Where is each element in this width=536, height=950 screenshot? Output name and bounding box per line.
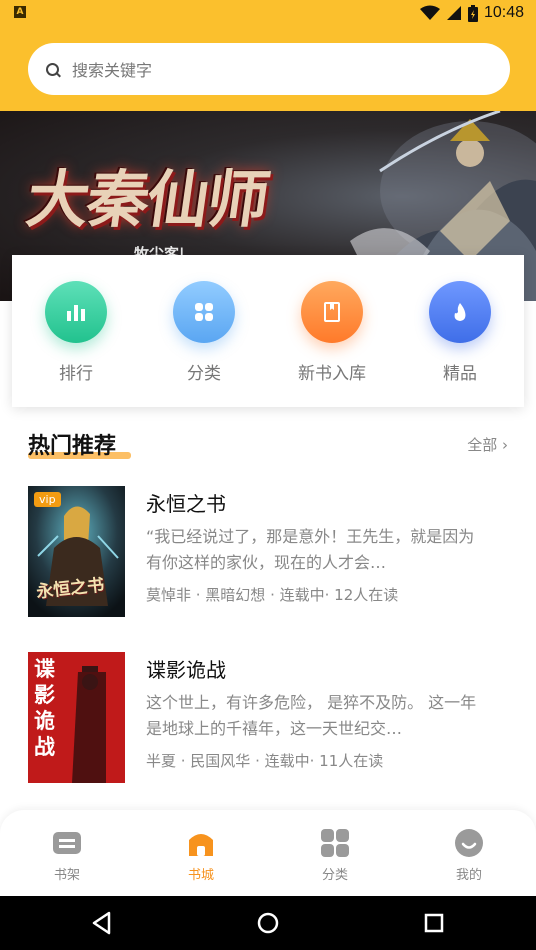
- category-icon-circle: [173, 281, 235, 343]
- book-meta: 半夏 · 民国风华 · 连载中· 11人在读: [146, 752, 384, 770]
- book-cover: vip 永恒之书: [28, 486, 125, 617]
- vip-badge: vip: [34, 492, 61, 507]
- book-title: 谍影诡战: [146, 658, 226, 682]
- book-cover-title: 谍影诡战: [34, 656, 55, 759]
- bar-chart-icon: [67, 305, 85, 321]
- category-icon: [321, 829, 349, 857]
- quick-entry-new-books[interactable]: 新书入库: [268, 255, 396, 407]
- premium-icon-circle: [429, 281, 491, 343]
- signal-icon: [446, 6, 461, 20]
- banner-title: 大秦仙师: [22, 163, 273, 236]
- search-placeholder: 搜索关键字: [72, 61, 153, 80]
- grid-icon: [195, 303, 213, 321]
- bookshelf-icon: [53, 832, 81, 854]
- book-list-item[interactable]: vip 永恒之书 永恒之书 “我已经说过了，那是意外！王先生，就是因为有你这样的…: [28, 486, 508, 618]
- app-notification-icon: A: [14, 6, 26, 18]
- book-icon: [324, 302, 340, 322]
- quick-entry-label: 新书入库: [298, 364, 366, 384]
- quick-entry-card: 排行 分类 新书入库 精品: [12, 255, 524, 407]
- search-bar[interactable]: 搜索关键字: [28, 43, 510, 95]
- wifi-icon: [419, 5, 440, 20]
- quick-entry-label: 排行: [59, 364, 93, 384]
- ranking-icon-circle: [45, 281, 107, 343]
- view-all-link[interactable]: 全部 ›: [467, 434, 508, 455]
- status-icons: 10:48: [419, 0, 524, 26]
- bottom-tab-bar: 书架 书城 分类 我的: [0, 810, 536, 896]
- quick-entry-label: 分类: [187, 364, 221, 384]
- book-title: 永恒之书: [146, 492, 226, 516]
- book-meta: 莫悼非 · 黑暗幻想 · 连载中· 12人在读: [146, 586, 399, 604]
- clock: 10:48: [483, 4, 524, 21]
- quick-entry-label: 精品: [443, 364, 477, 384]
- recents-icon[interactable]: [420, 909, 448, 937]
- book-list-item[interactable]: 谍影诡战 谍影诡战 这个世上，有许多危险， 是猝不及防。 这一年是地球上的千禧年…: [28, 652, 508, 784]
- quick-entry-premium[interactable]: 精品: [396, 255, 524, 407]
- book-description: “我已经说过了，那是意外！王先生，就是因为有你这样的家伙，现在的人才会…: [146, 527, 475, 572]
- tab-label: 书架: [53, 868, 80, 883]
- flame-icon: [454, 303, 466, 321]
- system-navigation-bar: [0, 896, 536, 950]
- new-books-icon-circle: [301, 281, 363, 343]
- home-icon: [189, 834, 213, 856]
- profile-icon: [455, 829, 483, 857]
- quick-entry-category[interactable]: 分类: [140, 255, 268, 407]
- status-bar: A 10:48: [0, 0, 536, 26]
- tab-label: 我的: [455, 868, 482, 883]
- tab-category[interactable]: 分类: [268, 810, 402, 896]
- book-description: 这个世上，有许多危险， 是猝不及防。 这一年是地球上的千禧年，这一天世纪交…: [146, 693, 477, 738]
- home-circle-icon[interactable]: [254, 909, 282, 937]
- book-cover: 谍影诡战: [28, 652, 125, 783]
- quick-entry-ranking[interactable]: 排行: [12, 255, 140, 407]
- tab-profile[interactable]: 我的: [402, 810, 536, 896]
- header: 搜索关键字: [0, 26, 536, 111]
- tab-bookstore[interactable]: 书城: [134, 810, 268, 896]
- battery-icon: [467, 4, 478, 22]
- section-title: 热门推荐: [28, 434, 117, 459]
- search-icon: [46, 62, 59, 76]
- back-icon[interactable]: [88, 909, 116, 937]
- tab-label: 分类: [321, 868, 348, 883]
- tab-bookshelf[interactable]: 书架: [0, 810, 134, 896]
- tab-label: 书城: [187, 868, 214, 883]
